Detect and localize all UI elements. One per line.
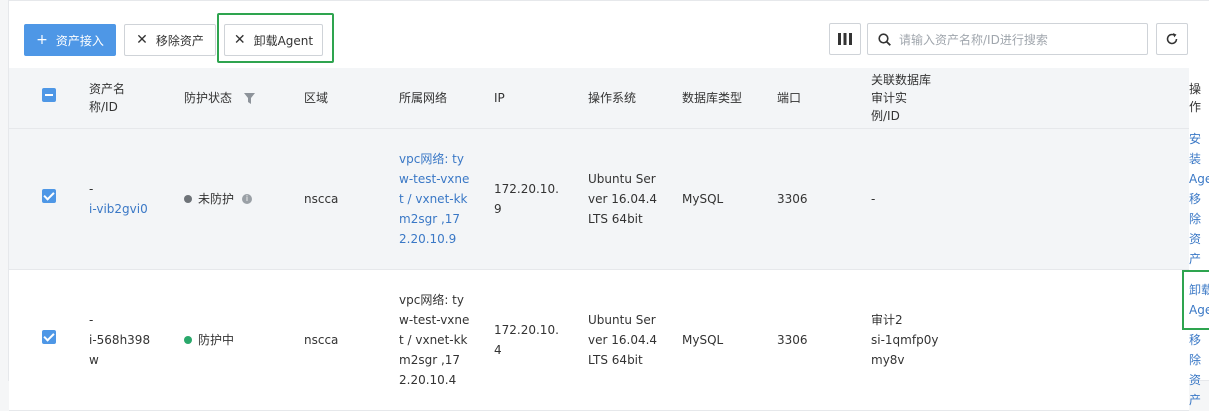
add-asset-button[interactable]: + 资产接入 bbox=[24, 24, 116, 56]
uninstall-agent-button[interactable]: ✕ 卸载Agent bbox=[224, 24, 323, 56]
asset-table: 资产名 称/ID 防护状态 区域 所属网络 IP 操作系统 数据库类型 端口 关… bbox=[9, 68, 1209, 411]
row-select-cell[interactable] bbox=[9, 128, 89, 269]
asset-name-cell: - i-vib2gvi0 bbox=[89, 128, 184, 269]
status-text: 防护中 bbox=[198, 332, 235, 347]
columns-icon bbox=[838, 33, 852, 45]
uninstall-agent-label: 卸载Agent bbox=[253, 33, 314, 48]
select-all-checkbox[interactable] bbox=[42, 88, 56, 103]
dbtype-cell: MySQL bbox=[682, 191, 724, 206]
col-region-header: 区域 bbox=[304, 90, 329, 105]
status-cell: 未防护 i bbox=[184, 128, 304, 269]
remove-asset-button[interactable]: ✕ 移除资产 bbox=[124, 24, 216, 56]
refresh-icon bbox=[1166, 33, 1178, 45]
asset-panel: + 资产接入 ✕ 移除资产 ✕ 卸载Agent 请输入资产名称/ID进行搜索 资… bbox=[8, 0, 1209, 410]
col-status-label: 防护状态 bbox=[184, 90, 233, 105]
col-status-header: 防护状态 bbox=[184, 68, 304, 128]
highlight-box: 卸载Agent bbox=[1182, 269, 1209, 330]
col-dbtype-header: 数据库类型 bbox=[682, 90, 743, 105]
add-asset-label: 资产接入 bbox=[55, 33, 104, 48]
table-header-row: 资产名 称/ID 防护状态 区域 所属网络 IP 操作系统 数据库类型 端口 关… bbox=[9, 68, 1201, 128]
os-cell: Ubuntu Ser ver 16.04.4 LTS 64bit bbox=[588, 171, 658, 226]
audit-name: 审计2 bbox=[871, 312, 903, 327]
remove-asset-link[interactable]: 移除资产 bbox=[1189, 192, 1201, 266]
table-row: - i-568h398 w 防护中 nscca vpc网络: ty w-test… bbox=[9, 269, 1209, 410]
region-cell: nscca bbox=[304, 332, 339, 347]
col-port-header: 端口 bbox=[777, 90, 802, 105]
col-network-header: 所属网络 bbox=[399, 90, 448, 105]
ip-cell: 172.20.10. 9 bbox=[494, 181, 559, 216]
audit-cell: - bbox=[871, 128, 1189, 269]
ip-cell: 172.20.10. 4 bbox=[494, 322, 559, 357]
remove-asset-link[interactable]: 移除资产 bbox=[1189, 333, 1201, 407]
select-all-cell[interactable] bbox=[9, 68, 89, 128]
remove-asset-label: 移除资产 bbox=[155, 33, 204, 48]
row-select-cell[interactable] bbox=[9, 269, 89, 410]
audit-cell: 审计2 si-1qmfp0y my8v bbox=[871, 269, 1189, 410]
col-os-header: 操作系统 bbox=[588, 90, 637, 105]
port-cell: 3306 bbox=[777, 332, 808, 347]
col-ip-header: IP bbox=[494, 90, 505, 105]
row-checkbox[interactable] bbox=[42, 188, 56, 203]
search-placeholder: 请输入资产名称/ID进行搜索 bbox=[899, 32, 1048, 47]
port-cell: 3306 bbox=[777, 191, 808, 206]
asset-name-cell: - i-568h398 w bbox=[89, 269, 184, 410]
uninstall-agent-link[interactable]: 卸载Agent bbox=[1189, 283, 1209, 317]
status-text: 未防护 bbox=[198, 191, 235, 206]
install-agent-link[interactable]: 安装Agent bbox=[1189, 132, 1209, 186]
dbtype-cell: MySQL bbox=[682, 332, 724, 347]
asset-name: - bbox=[89, 181, 94, 196]
asset-name: - bbox=[89, 312, 94, 327]
audit-name: - bbox=[871, 191, 876, 206]
col-audit-header: 关联数据库 审计实 例/ID bbox=[871, 72, 932, 123]
search-input[interactable]: 请输入资产名称/ID进行搜索 bbox=[867, 23, 1148, 55]
network-link[interactable]: vpc网络: ty w-test-vxne t / vxnet-kk m2sgr… bbox=[399, 128, 494, 269]
column-settings-button[interactable] bbox=[829, 23, 861, 55]
close-icon: ✕ bbox=[233, 32, 246, 48]
col-name-header: 资产名 称/ID bbox=[89, 81, 126, 114]
info-icon[interactable]: i bbox=[242, 194, 253, 204]
audit-id: si-1qmfp0y my8v bbox=[871, 332, 939, 367]
region-cell: nscca bbox=[304, 191, 339, 206]
close-icon: ✕ bbox=[136, 32, 148, 48]
row-checkbox[interactable] bbox=[42, 329, 56, 344]
search-icon bbox=[878, 32, 891, 46]
refresh-button[interactable] bbox=[1156, 23, 1188, 55]
plus-icon: + bbox=[36, 32, 48, 48]
asset-id[interactable]: i-568h398 w bbox=[89, 330, 184, 370]
status-dot-icon bbox=[184, 195, 192, 203]
os-cell: Ubuntu Ser ver 16.04.4 LTS 64bit bbox=[588, 312, 658, 367]
status-cell: 防护中 bbox=[184, 269, 304, 410]
filter-icon[interactable] bbox=[243, 92, 255, 104]
status-dot-icon bbox=[184, 336, 192, 344]
table-row: - i-vib2gvi0 未防护 i nscca vpc网络: ty w-test… bbox=[9, 128, 1209, 269]
asset-id-link[interactable]: i-vib2gvi0 bbox=[89, 199, 184, 219]
network-cell: vpc网络: ty w-test-vxne t / vxnet-kk m2sgr… bbox=[399, 292, 470, 387]
